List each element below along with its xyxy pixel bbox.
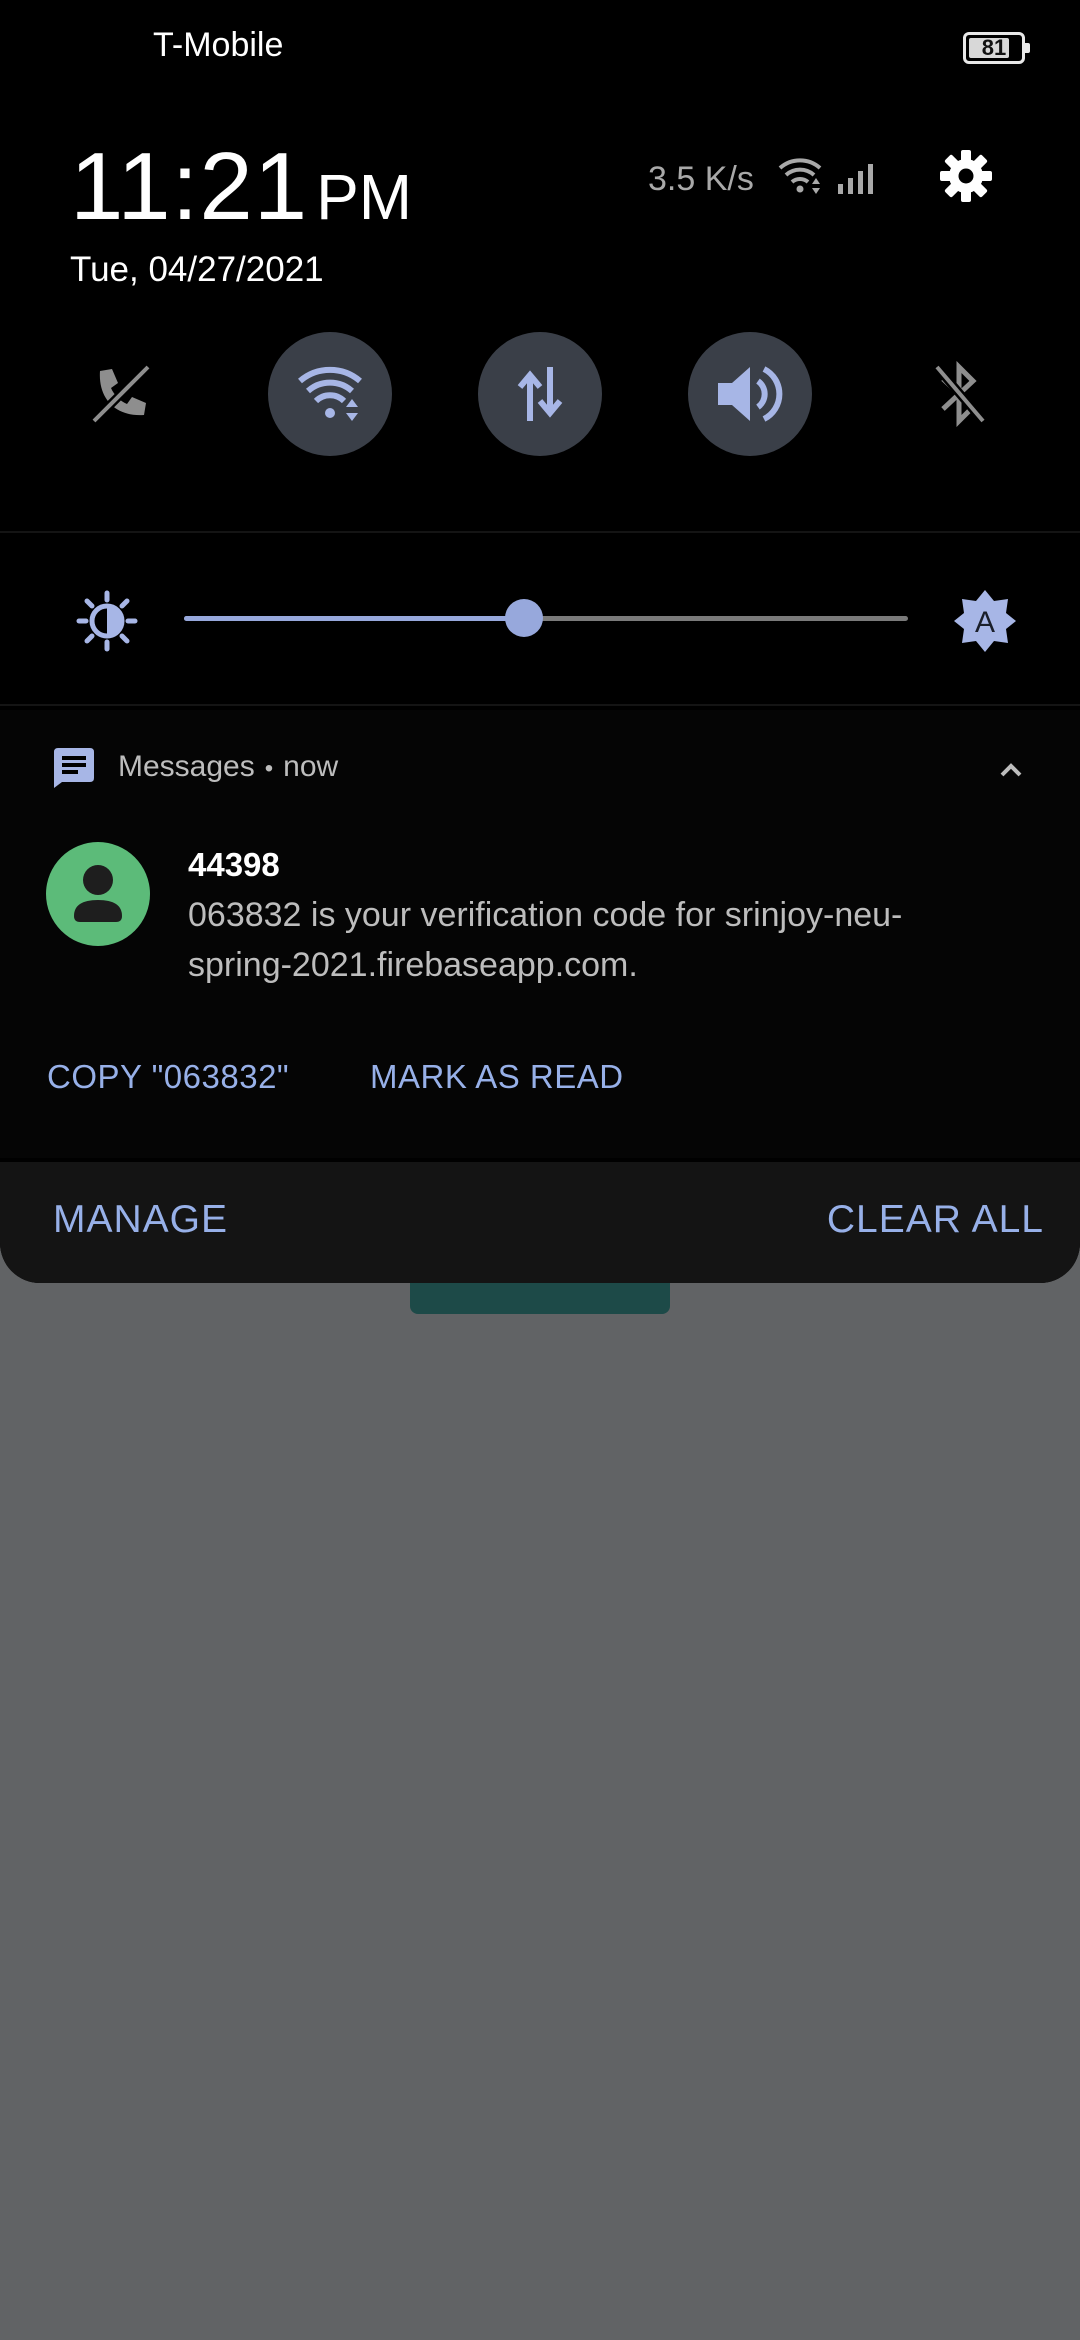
tile-wifi[interactable]	[268, 332, 392, 456]
app-name: Messages	[118, 750, 255, 783]
messages-app-icon	[52, 748, 96, 793]
date[interactable]: Tue, 04/27/2021	[70, 250, 324, 290]
notification-shade: T-Mobile 81 11:21 PM Tue, 04/27/2021 3.5 …	[0, 0, 1080, 1283]
tile-calls[interactable]	[59, 332, 183, 456]
chevron-up-icon[interactable]	[996, 760, 1026, 785]
notification-header: Messages • now	[118, 750, 339, 783]
clock[interactable]: 11:21 PM	[70, 132, 412, 242]
message-body: 063832 is your verification code for sri…	[188, 896, 903, 984]
data-arrows-icon	[517, 367, 563, 421]
auto-brightness-label: A	[975, 606, 995, 639]
divider	[0, 531, 1080, 533]
bluetooth-off-icon	[933, 361, 987, 427]
divider	[0, 704, 1080, 706]
clear-all-button[interactable]: CLEAR ALL	[827, 1198, 1044, 1242]
contact-avatar	[46, 842, 150, 946]
clock-ampm: PM	[316, 161, 413, 233]
brightness-slider[interactable]	[184, 599, 908, 637]
mark-as-read-button[interactable]: MARK AS READ	[370, 1058, 624, 1096]
shade-footer: MANAGE CLEAR ALL	[0, 1162, 1080, 1283]
network-speed: 3.5 K/s	[648, 160, 754, 198]
notification-time: now	[283, 750, 339, 783]
tile-bluetooth[interactable]	[897, 332, 1021, 456]
battery-level: 81	[981, 35, 1007, 60]
brightness-low-icon	[76, 590, 138, 657]
carrier-name: T-Mobile	[153, 26, 284, 64]
volume-icon	[718, 366, 783, 422]
wifi-icon	[298, 366, 362, 421]
manage-button[interactable]: MANAGE	[53, 1198, 228, 1242]
phone-off-icon	[90, 363, 152, 425]
signal-strength-icon	[836, 160, 876, 201]
sender-name: 44398	[188, 846, 280, 883]
auto-brightness-icon[interactable]: A	[952, 588, 1018, 659]
clock-time: 11:21	[70, 133, 309, 240]
battery-icon: 81	[963, 32, 1030, 64]
wifi-status-icon	[776, 156, 824, 201]
brightness-slider-thumb[interactable]	[505, 599, 544, 637]
notification-card[interactable]: Messages • now 44398 063832 is your verifi…	[0, 710, 1080, 1158]
settings-gear-icon[interactable]	[938, 148, 994, 209]
brightness-slider-fill	[184, 616, 525, 621]
tile-mobile-data[interactable]	[478, 332, 602, 456]
copy-code-button[interactable]: COPY "063832"	[47, 1058, 289, 1096]
tile-sound[interactable]	[688, 332, 812, 456]
